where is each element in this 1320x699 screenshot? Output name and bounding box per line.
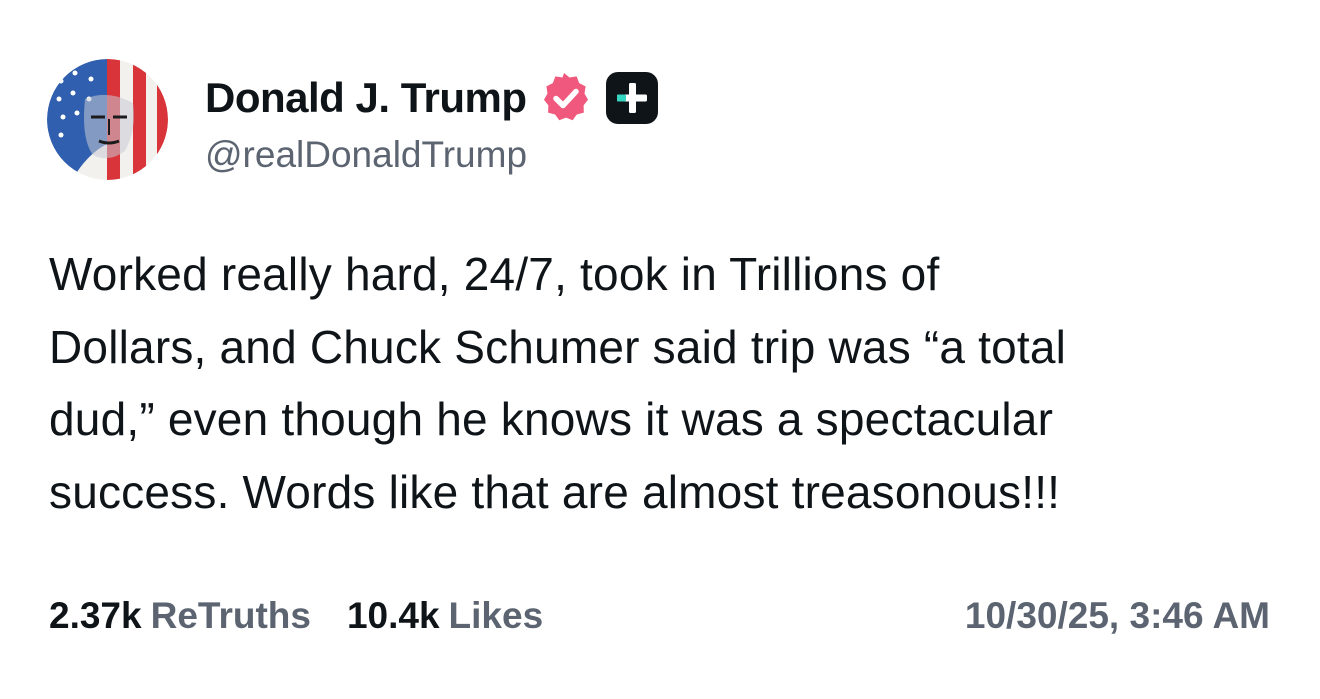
- likes-count: 10.4k: [346, 595, 440, 636]
- avatar[interactable]: [47, 59, 168, 180]
- post-timestamp[interactable]: 10/30/25, 3:46 AM: [965, 588, 1270, 644]
- verified-badge-icon: [543, 73, 588, 121]
- likes-stat[interactable]: 10.4k Likes: [347, 595, 543, 637]
- post-body: Worked really hard, 24/7, took in Trilli…: [49, 238, 1279, 528]
- post-text-line: dud,” even though he knows it was a spec…: [49, 393, 1054, 445]
- retruths-count: 2.37k: [49, 595, 142, 636]
- retruths-stat[interactable]: 2.37k ReTruths: [49, 595, 311, 637]
- post-text-line: Worked really hard, 24/7, took in Trilli…: [49, 248, 940, 300]
- truth-post: Donald J. Trump @realDonaldTrump Worked …: [0, 0, 1320, 699]
- post-text-line: Dollars, and Chuck Schumer said trip was…: [49, 320, 1067, 373]
- flag-portrait-avatar-icon: [47, 59, 168, 180]
- display-name[interactable]: Donald J. Trump: [205, 74, 527, 122]
- likes-label: Likes: [448, 595, 544, 636]
- author-name-row: Donald J. Trump: [205, 70, 659, 126]
- truth-plus-badge-icon: [605, 72, 658, 124]
- post-stats: 2.37k ReTruths 10.4k Likes: [49, 588, 543, 644]
- author-handle[interactable]: @realDonaldTrump: [205, 134, 527, 176]
- post-text-line: success. Words like that are almost trea…: [49, 465, 1061, 518]
- retruths-label: ReTruths: [150, 595, 311, 636]
